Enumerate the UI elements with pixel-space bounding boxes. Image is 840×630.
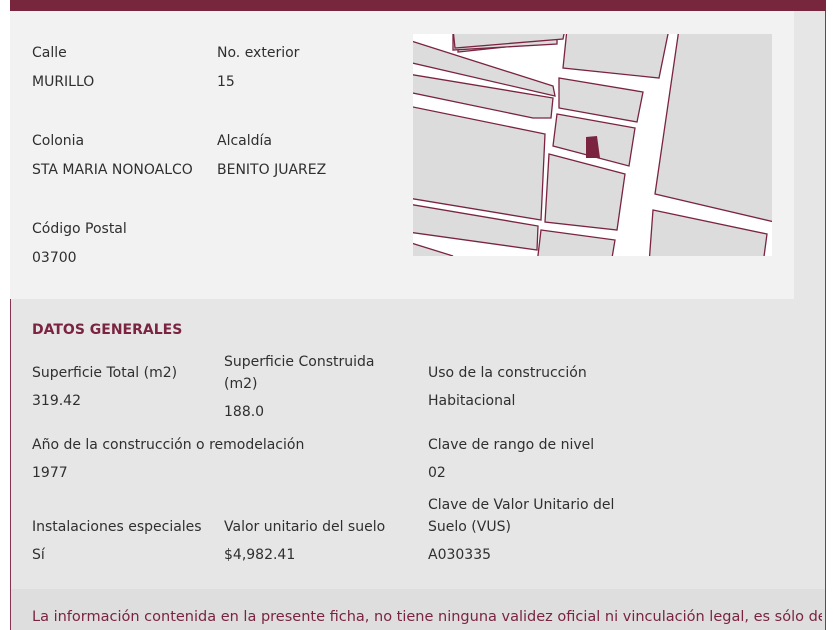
vus-label: Clave de Valor Unitario del Suelo (VUS)	[428, 497, 615, 535]
datos-generales-title: DATOS GENERALES	[32, 322, 183, 338]
valor-unitario-label: Valor unitario del suelo	[224, 519, 386, 535]
codigo-postal-label: Código Postal	[32, 221, 127, 237]
parcel-map-svg	[413, 34, 772, 256]
no-exterior-value: 15	[217, 74, 235, 90]
rango-nivel-label: Clave de rango de nivel	[428, 437, 595, 453]
parcel-map[interactable]	[413, 34, 772, 256]
codigo-postal-value: 03700	[32, 250, 77, 266]
calle-label: Calle	[32, 45, 67, 61]
uso-construccion-label: Uso de la construcción	[428, 365, 587, 381]
top-bar	[10, 0, 826, 11]
uso-construccion-value: Habitacional	[428, 393, 516, 409]
superficie-total-value: 319.42	[32, 393, 81, 409]
calle-value: MURILLO	[32, 74, 95, 90]
vus-value: A030335	[428, 547, 492, 563]
superficie-construida-label: Superficie Construida (m2)	[224, 354, 375, 392]
instalaciones-value: Sí	[32, 547, 45, 563]
disclaimer-text: La información contenida en la presente …	[32, 609, 822, 625]
rango-nivel-value: 02	[428, 465, 446, 481]
anio-construccion-value: 1977	[32, 465, 68, 481]
alcaldia-value: BENITO JUAREZ	[217, 162, 327, 178]
no-exterior-label: No. exterior	[217, 45, 300, 61]
colonia-value: STA MARIA NONOALCO	[32, 162, 193, 178]
instalaciones-label: Instalaciones especiales	[32, 519, 202, 535]
superficie-construida-value: 188.0	[224, 404, 265, 420]
colonia-label: Colonia	[32, 133, 85, 149]
superficie-total-label: Superficie Total (m2)	[32, 365, 178, 381]
valor-unitario-value: $4,982.41	[224, 547, 296, 563]
anio-construccion-label: Año de la construcción o remodelación	[32, 437, 305, 453]
alcaldia-label: Alcaldía	[217, 133, 272, 149]
